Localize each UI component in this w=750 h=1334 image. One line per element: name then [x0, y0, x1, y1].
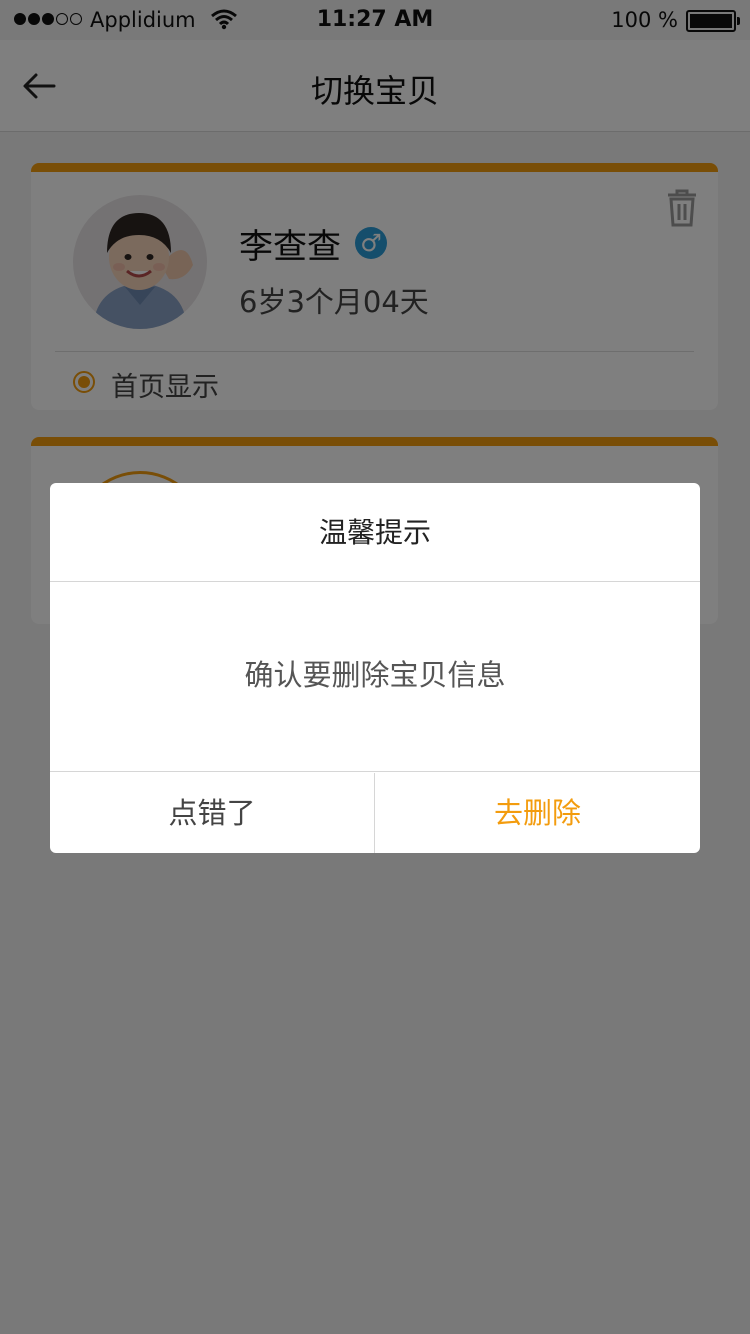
- cancel-button[interactable]: 点错了: [50, 773, 375, 853]
- confirm-delete-button[interactable]: 去删除: [375, 773, 700, 853]
- delete-confirm-dialog: 温馨提示 确认要删除宝贝信息 点错了 去删除: [50, 483, 700, 853]
- dialog-message: 确认要删除宝贝信息: [50, 583, 700, 772]
- dialog-title: 温馨提示: [50, 483, 700, 582]
